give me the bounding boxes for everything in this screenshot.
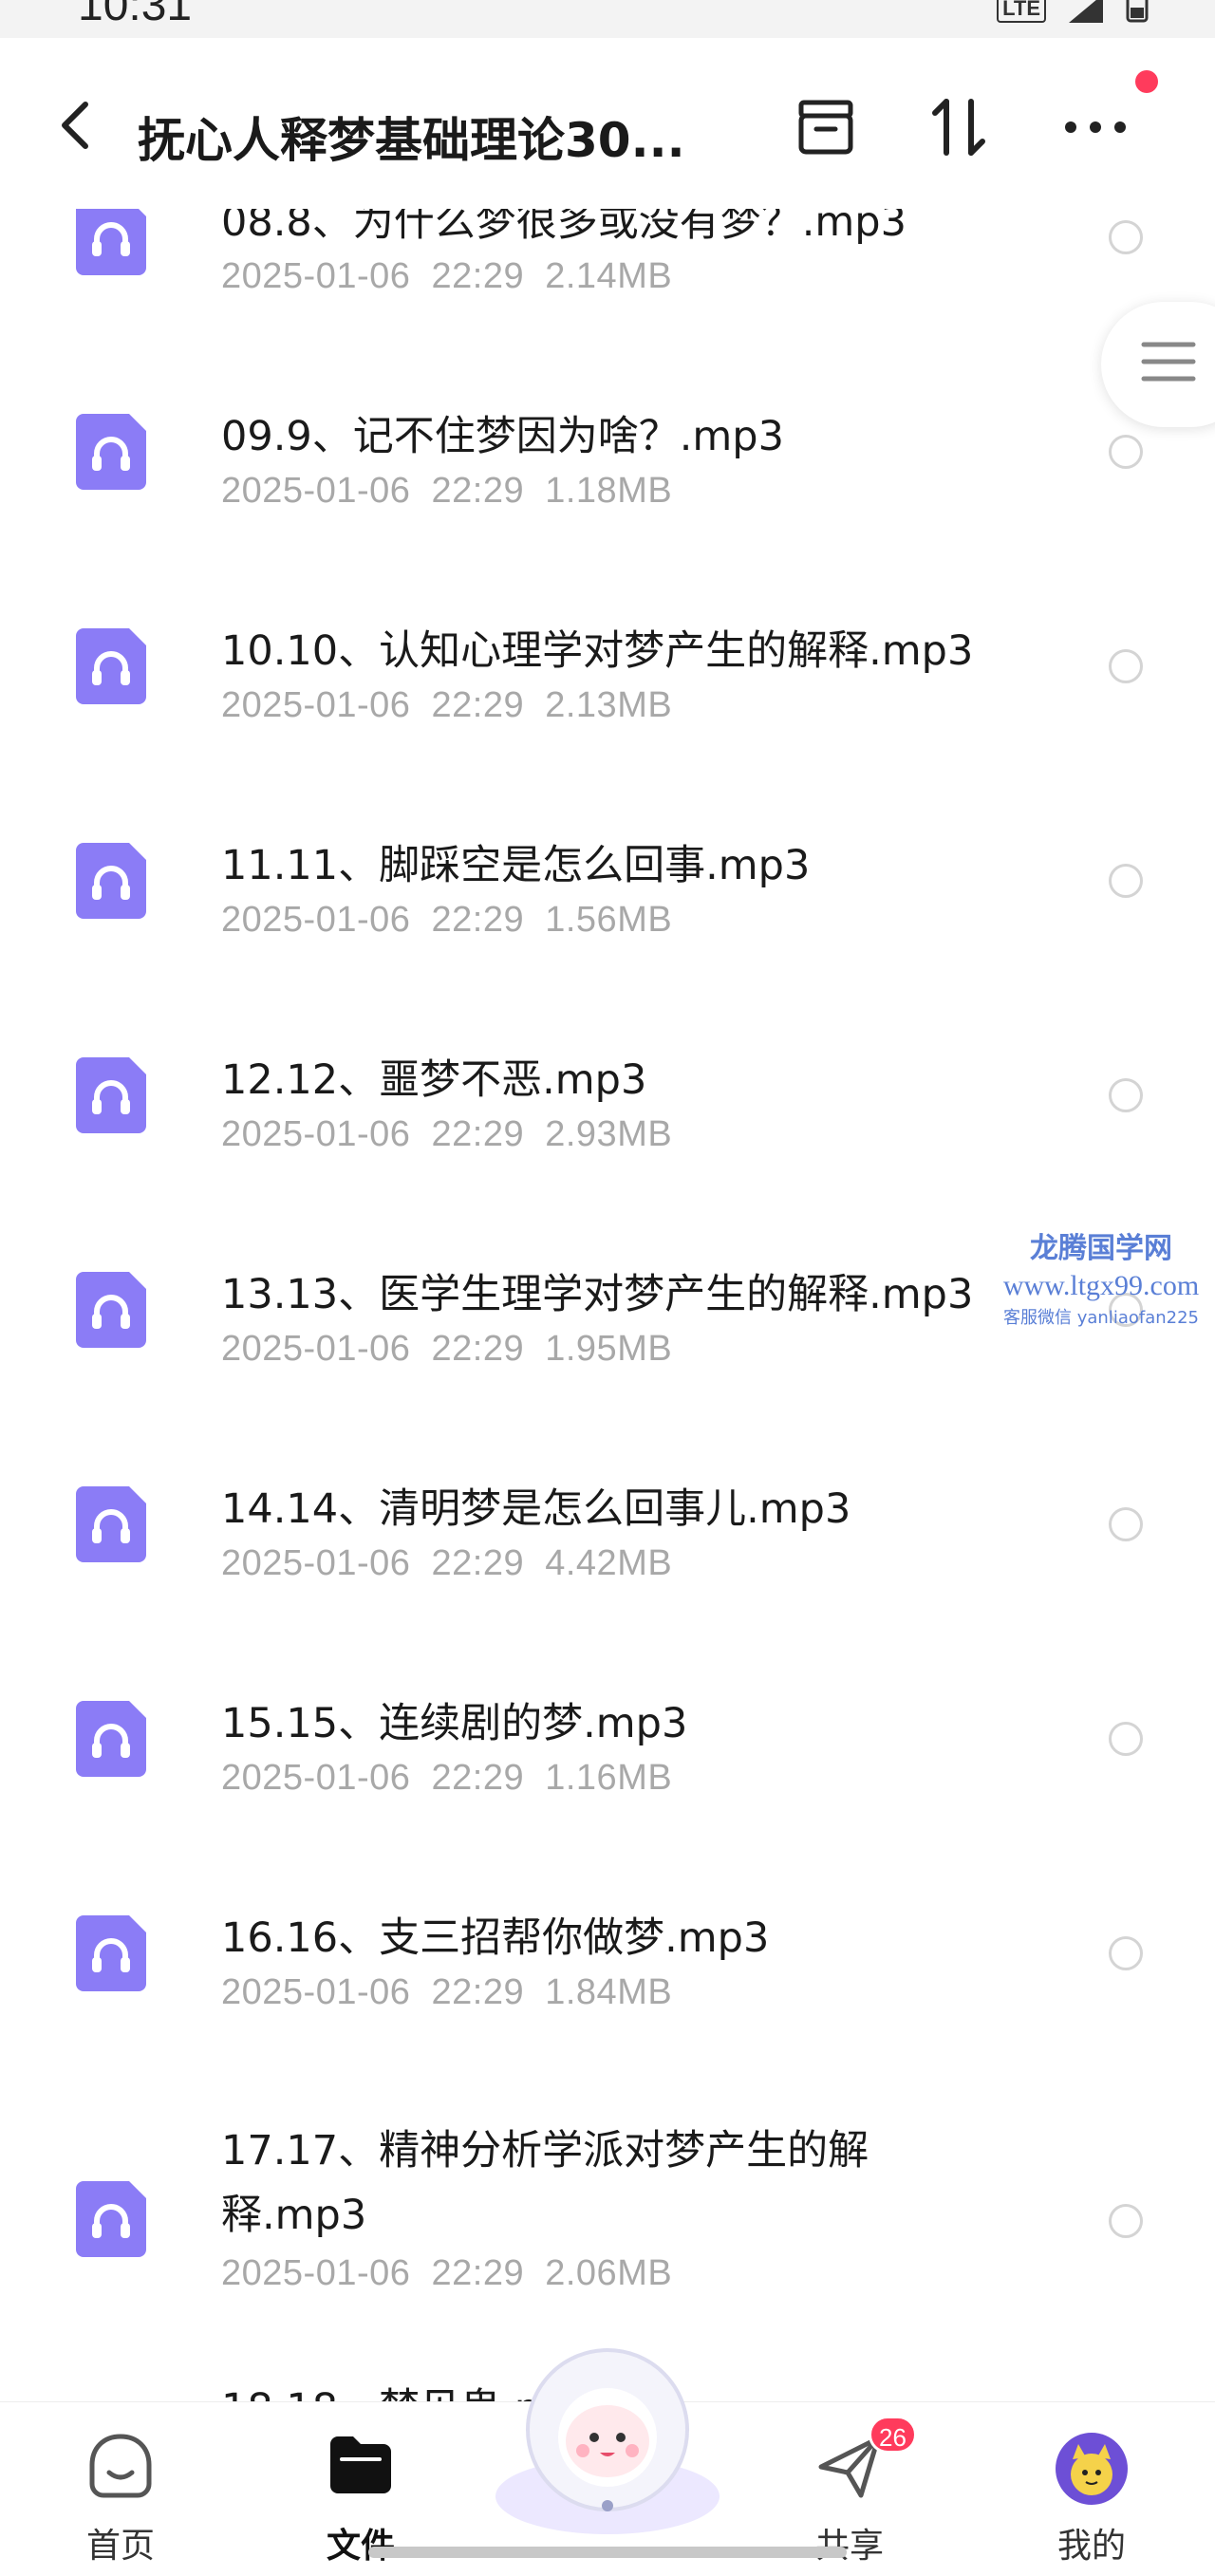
audio-file-icon [76,1701,146,1777]
battery-icon [1126,0,1149,23]
home-indicator[interactable] [368,2547,847,2558]
file-meta: 2025-01-06 22:29 2.93MB [221,1114,673,1154]
select-circle[interactable] [1109,2204,1143,2238]
nav-label: 共享 [814,2527,884,2566]
audio-file-icon [76,1486,146,1562]
watermark-url: www.ltgx99.com [1002,1270,1200,1301]
share-badge: 26 [869,2416,917,2454]
list-item[interactable]: 11.11、脚踩空是怎么回事.mp3 2025-01-06 22:29 1.56… [0,795,1215,1010]
file-name: 13.13、医学生理学对梦产生的解释.mp3 [221,1271,974,1318]
file-meta: 2025-01-06 22:29 4.42MB [221,1543,673,1583]
file-meta: 2025-01-06 22:29 2.14MB [221,256,673,296]
file-meta: 2025-01-06 22:29 1.84MB [221,1972,673,2012]
select-circle[interactable] [1109,435,1143,469]
file-name: 09.9、记不住梦因为啥？.mp3 [221,413,784,460]
archive-icon [798,100,853,155]
list-item[interactable]: 14.14、清明梦是怎么回事儿.mp3 2025-01-06 22:29 4.4… [0,1439,1215,1653]
list-item[interactable]: 16.16、支三招帮你做梦.mp3 2025-01-06 22:29 1.84M… [0,1868,1215,2082]
drawer-handle[interactable] [1101,302,1215,427]
home-icon [89,2434,152,2498]
list-item[interactable]: 15.15、连续剧的梦.mp3 2025-01-06 22:29 1.16MB [0,1653,1215,1868]
file-name: 10.10、认知心理学对梦产生的解释.mp3 [221,627,974,675]
file-meta: 2025-01-06 22:29 1.56MB [221,900,673,940]
more-dots-icon [1065,121,1126,133]
audio-file-icon [76,414,146,490]
audio-file-icon [76,628,146,704]
nav-label: 我的 [1056,2527,1126,2566]
signal-icon [1069,0,1103,23]
select-circle[interactable] [1109,220,1143,254]
file-name: 16.16、支三招帮你做梦.mp3 [221,1914,770,1962]
file-meta: 2025-01-06 22:29 1.16MB [221,1758,673,1798]
select-circle[interactable] [1109,864,1143,898]
nav-profile[interactable]: 我的 [997,2402,1187,2576]
audio-file-icon [76,2181,146,2257]
audio-file-icon [76,1272,146,1348]
file-meta: 2025-01-06 22:29 1.18MB [221,471,673,511]
status-icons: LTE [997,0,1149,25]
folder-icon [330,2436,391,2493]
select-circle[interactable] [1109,1936,1143,1970]
watermark-contact: 客服微信 yanliaofan225 [1003,1308,1199,1328]
file-name: 14.14、清明梦是怎么回事儿.mp3 [221,1485,851,1533]
more-button[interactable] [1059,91,1131,163]
select-circle[interactable] [1109,1507,1143,1541]
nav-home[interactable]: 首页 [26,2402,215,2576]
watermark-name: 龙腾国学网 [1030,1232,1172,1265]
audio-file-icon [76,1915,146,1991]
page-title: 抚心人释梦基础理论30... [138,113,685,168]
file-meta: 2025-01-06 22:29 2.06MB [221,2253,673,2293]
status-time: 10:31 [78,0,193,30]
list-item[interactable]: 10.10、认知心理学对梦产生的解释.mp3 2025-01-06 22:29 … [0,581,1215,795]
sort-button[interactable] [923,91,995,163]
audio-file-icon [76,843,146,919]
lte-icon: LTE [997,0,1046,23]
file-meta: 2025-01-06 22:29 2.13MB [221,685,673,725]
watermark: 龙腾国学网 www.ltgx99.com 客服微信 yanliaofan225 [987,1224,1215,1329]
mascot-button[interactable] [484,2335,731,2534]
header: 抚心人释梦基础理论30... [0,38,1215,209]
status-bar: 10:31 LTE [0,0,1215,38]
audio-file-icon [76,199,146,275]
notification-dot [1135,70,1158,93]
file-name: 17.17、精神分析学派对梦产生的解释.mp3 [221,2127,869,2239]
select-circle[interactable] [1109,1078,1143,1112]
file-name: 15.15、连续剧的梦.mp3 [221,1700,688,1747]
sort-arrows-icon [932,99,985,156]
nav-label: 首页 [85,2527,155,2566]
avatar-icon [1056,2433,1128,2505]
file-name: 12.12、噩梦不恶.mp3 [221,1056,647,1104]
list-item[interactable]: 12.12、噩梦不恶.mp3 2025-01-06 22:29 2.93MB [0,1010,1215,1224]
audio-file-icon [76,1057,146,1133]
archive-button[interactable] [790,91,862,163]
nav-label: 文件 [326,2527,395,2566]
chevron-left-icon [62,102,88,149]
file-meta: 2025-01-06 22:29 1.95MB [221,1329,673,1369]
select-circle[interactable] [1109,1722,1143,1756]
back-button[interactable] [47,97,104,154]
menu-lines-icon [1141,342,1196,382]
list-item[interactable]: 17.17、精神分析学派对梦产生的解释.mp3 2025-01-06 22:29… [0,2082,1215,2367]
list-item[interactable]: 09.9、记不住梦因为啥？.mp3 2025-01-06 22:29 1.18M… [0,366,1215,581]
select-circle[interactable] [1109,649,1143,683]
file-name: 11.11、脚踩空是怎么回事.mp3 [221,842,811,889]
